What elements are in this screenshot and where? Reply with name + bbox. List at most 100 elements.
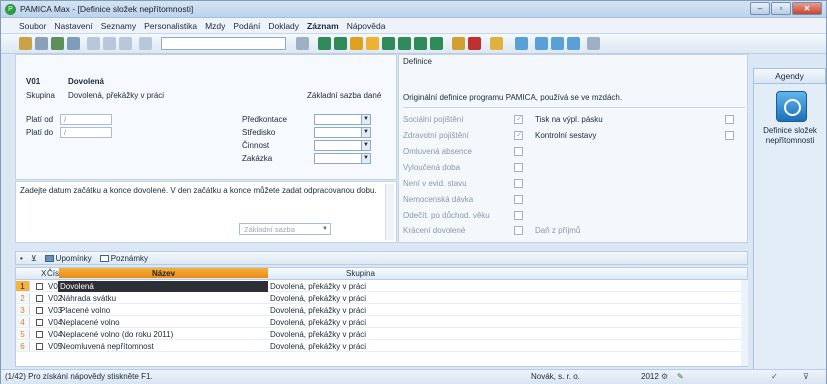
nemocenska-davka-checkbox[interactable] — [514, 195, 523, 204]
table-row[interactable]: 1 V01 Dovolená Dovolená, překážky v práci — [16, 281, 747, 292]
nav-first-icon[interactable] — [318, 37, 331, 50]
table-row[interactable]: 4 V04 Neplacené volno Dovolená, překážky v… — [16, 317, 747, 328]
kraceni-dovolene-label: Krácení dovolené — [403, 226, 466, 235]
omluvena-absence-checkbox[interactable] — [514, 147, 523, 156]
window-2-icon[interactable] — [551, 37, 564, 50]
minimize-button[interactable]: – — [750, 2, 770, 15]
nav-last-icon[interactable] — [398, 37, 411, 50]
refresh-icon[interactable] — [414, 37, 427, 50]
cell-skupina: Dovolená, překážky v práci — [270, 318, 367, 327]
tisk-pasku-checkbox[interactable] — [725, 115, 734, 124]
clock-icon[interactable] — [776, 91, 807, 122]
omluvena-absence-label: Omluvená absence — [403, 147, 472, 156]
kontrolni-sestavy-checkbox[interactable] — [725, 131, 734, 140]
row-checkbox[interactable] — [36, 295, 43, 302]
row-checkbox[interactable] — [36, 319, 43, 326]
stredisko-select[interactable]: ▼ — [314, 127, 371, 138]
divider — [403, 107, 745, 108]
settings-icon[interactable]: ⚙ — [661, 370, 668, 384]
close-button[interactable]: ✕ — [792, 2, 822, 15]
star-icon[interactable] — [366, 37, 379, 50]
column-x[interactable]: X — [41, 269, 46, 278]
table-row[interactable]: 6 V05 Neomluvená nepřítomnost Dovolená, př… — [16, 341, 747, 352]
table-row[interactable]: 2 V02 Náhrada svátku Dovolená, překážky v … — [16, 293, 747, 304]
row-checkbox[interactable] — [36, 343, 43, 350]
filter-status-icon[interactable]: ⊽ — [803, 370, 809, 384]
row-number: 1 — [16, 281, 30, 291]
records-icon[interactable] — [430, 37, 443, 50]
preview-icon[interactable] — [67, 37, 80, 50]
window-1-icon[interactable] — [535, 37, 548, 50]
dan-select-value: Základní sazba — [244, 225, 295, 234]
nav-prev-icon[interactable] — [334, 37, 347, 50]
save-icon[interactable] — [103, 37, 116, 50]
row-checkbox[interactable] — [36, 283, 43, 290]
copy-icon[interactable] — [119, 37, 132, 50]
vyloucena-doba-checkbox[interactable] — [514, 163, 523, 172]
zakazka-select[interactable]: ▼ — [314, 153, 371, 164]
paste-icon[interactable] — [139, 37, 152, 50]
open-icon[interactable] — [19, 37, 32, 50]
soc-pojisteni-checkbox[interactable] — [514, 114, 523, 124]
zakladni-sazba-label: Základní sazba dané — [307, 91, 382, 100]
note-textarea[interactable]: Zadejte datum začátku a konce dovolené. … — [15, 181, 397, 243]
odecit-duchod-checkbox[interactable] — [514, 211, 523, 220]
row-checkbox[interactable] — [36, 331, 43, 338]
nav-next-icon[interactable] — [382, 37, 395, 50]
menu-bar: Soubor Nastavení Seznamy Personalistika … — [1, 18, 826, 34]
table-icon[interactable] — [515, 37, 528, 50]
filter-funnel-icon[interactable] — [452, 37, 465, 50]
neni-v-evid-checkbox[interactable] — [514, 179, 523, 188]
filter-icon[interactable] — [296, 37, 309, 50]
cinnost-select[interactable]: ▼ — [314, 140, 371, 151]
maximize-button[interactable]: ▫ — [771, 2, 791, 15]
grid-header: X Číslo Název Skupina — [16, 268, 747, 280]
agendy-item-label[interactable]: Definice složek nepřítomnosti — [757, 126, 823, 146]
menu-soubor[interactable]: Soubor — [15, 21, 50, 31]
main-window: P PAMICA Max - [Definice složek nepřítom… — [0, 0, 827, 384]
predkontace-select[interactable]: ▼ — [314, 114, 371, 125]
grid-scrollbar[interactable] — [741, 280, 748, 366]
menu-doklady[interactable]: Doklady — [264, 21, 303, 31]
menu-zaznam[interactable]: Záznam — [303, 21, 343, 31]
menu-personalistika[interactable]: Personalistika — [140, 21, 201, 31]
mail-icon — [44, 254, 54, 262]
column-skupina[interactable]: Skupina — [346, 269, 375, 278]
search-input[interactable] — [161, 37, 286, 50]
cell-nazev: Náhrada svátku — [60, 294, 117, 303]
row-checkbox[interactable] — [36, 307, 43, 314]
column-nazev[interactable]: Název — [59, 268, 268, 278]
window-controls: – ▫ ✕ — [750, 2, 822, 15]
menu-seznamy[interactable]: Seznamy — [97, 21, 140, 31]
plati-od-field[interactable]: / — [60, 114, 112, 125]
kraceni-dovolene-checkbox[interactable] — [514, 226, 523, 235]
vyloucena-doba-label: Vyloučená doba — [403, 163, 461, 172]
menu-napoveda[interactable]: Nápověda — [343, 21, 390, 31]
dan-select[interactable]: Základní sazba ▼ — [239, 223, 331, 235]
menu-nastaveni[interactable]: Nastavení — [50, 21, 96, 31]
check-circle-icon[interactable]: ✓ — [771, 370, 778, 384]
print-icon[interactable] — [51, 37, 64, 50]
row-number: 3 — [16, 305, 30, 315]
window-3-icon[interactable] — [567, 37, 580, 50]
tab-poznamky[interactable]: Poznámky — [96, 254, 152, 263]
neni-v-evid-label: Není v evid. stavu — [403, 179, 467, 188]
table-row[interactable]: 5 V04 Neplacené volno (do roku 2011) Dovol… — [16, 329, 747, 340]
help-icon[interactable] — [587, 37, 600, 50]
filter-icon[interactable]: ⊻ — [27, 254, 41, 263]
sun-icon[interactable] — [350, 37, 363, 50]
zdrav-pojisteni-checkbox[interactable] — [514, 130, 523, 140]
plati-do-field[interactable]: / — [60, 127, 112, 138]
cell-nazev: Dovolená — [58, 281, 268, 292]
pen-icon[interactable]: ✎ — [677, 370, 684, 384]
tab-upominky[interactable]: Upomínky — [41, 254, 96, 263]
menu-podani[interactable]: Podání — [229, 21, 264, 31]
note-scrollbar[interactable] — [385, 184, 394, 240]
menu-mzdy[interactable]: Mzdy — [201, 21, 229, 31]
tools-icon[interactable] — [35, 37, 48, 50]
pin-icon[interactable]: • — [16, 254, 27, 263]
new-icon[interactable] — [87, 37, 100, 50]
filter-clear-icon[interactable] — [468, 37, 481, 50]
table-row[interactable]: 3 V03 Placené volno Dovolená, překážky v p… — [16, 305, 747, 316]
folder-icon[interactable] — [490, 37, 503, 50]
